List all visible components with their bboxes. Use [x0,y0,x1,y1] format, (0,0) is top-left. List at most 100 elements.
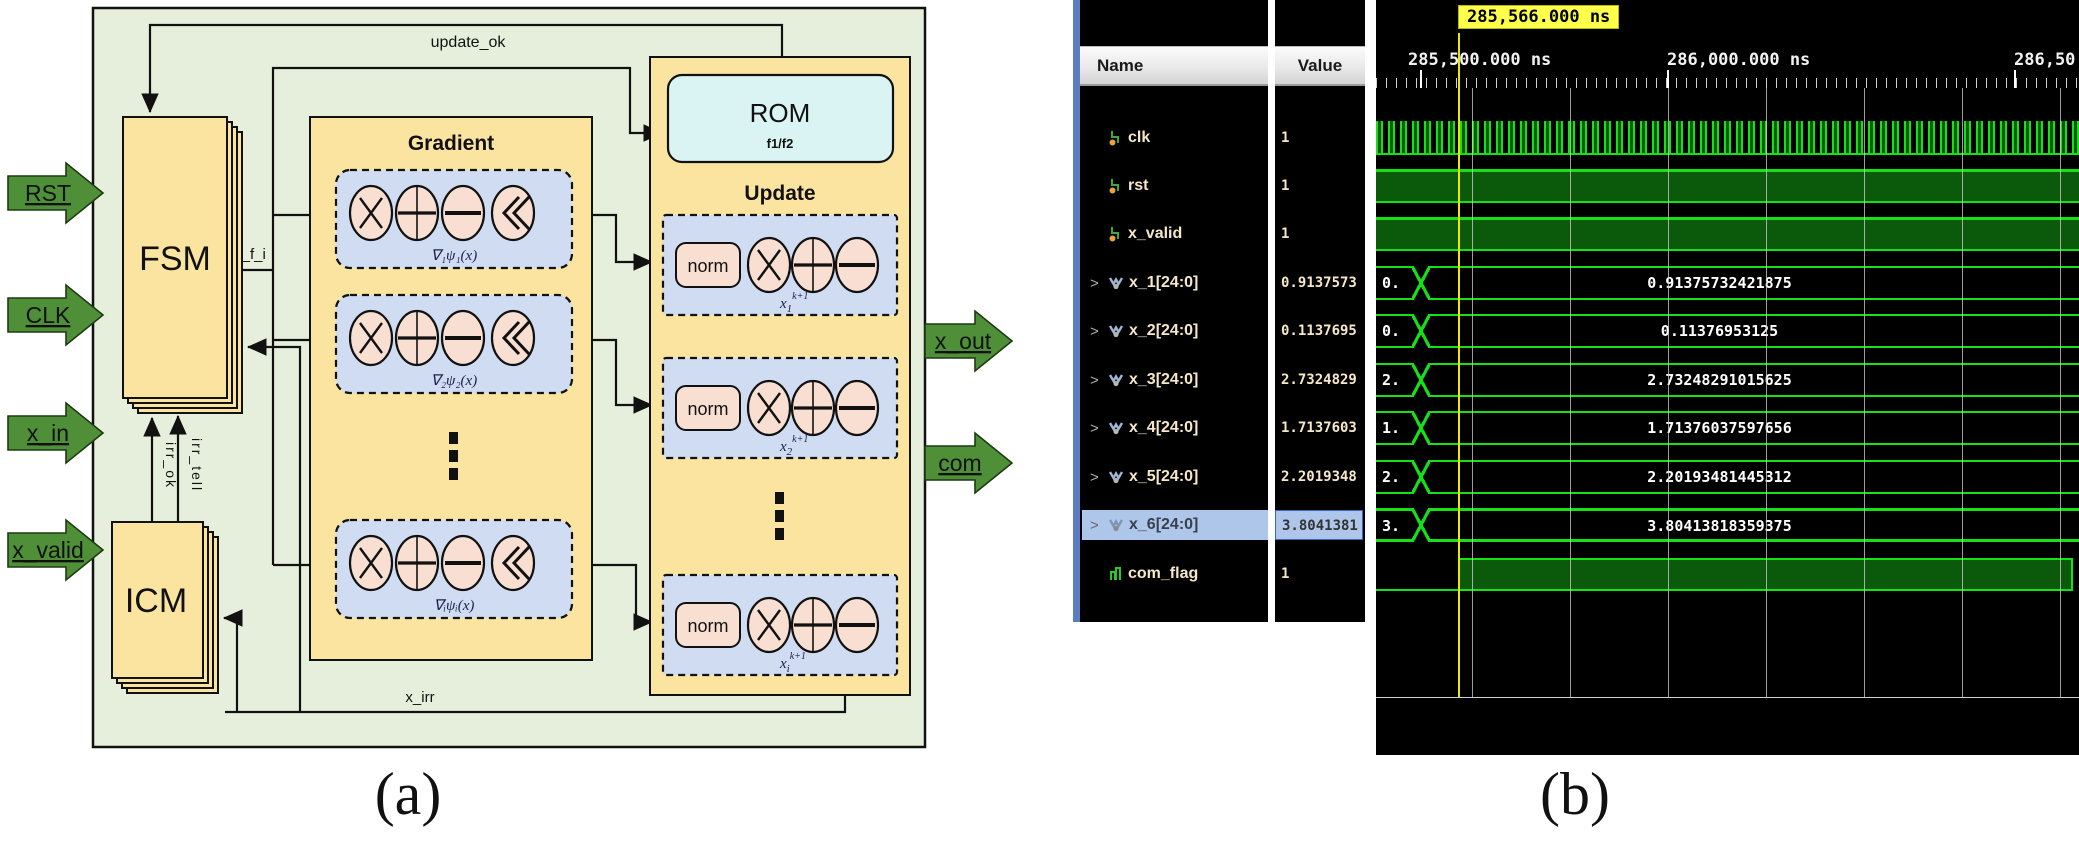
update-module: ROM f1/f2 Update norm x1k+1 norm x2k+1 [650,57,910,695]
bus-transition-icon [1412,411,1430,445]
signal-name: x_1[24:0] [1129,274,1198,292]
wave-x2[interactable]: 0. 0.11376953125 [1376,314,2079,348]
bus-signal-icon [1108,469,1124,485]
gridline [1570,88,1571,697]
bus-segment: 2.73248291015625 [1430,363,2079,397]
gradient-formula-1: ∇₁ψ₁(x) [431,248,477,264]
expand-icon[interactable]: > [1090,275,1103,292]
gradient-unit-i: ∇ᵢψᵢ(x) [336,520,572,618]
signal-row-x1[interactable]: > x_1[24:0] [1082,268,1268,298]
signal-value[interactable]: 1 [1275,123,1363,153]
bus-value: 0.11376953125 [1661,322,1778,340]
plot-bottom-line [1376,697,2079,698]
bus-prev-value: 0. [1382,322,1400,340]
time-cursor[interactable] [1458,33,1460,697]
gradient-module: Gradient ∇₁ψ₁(x) ∇₂ψ₂(x) ∇ᵢψᵢ(x) [310,117,592,660]
signal-row-rst[interactable]: rst [1082,171,1268,201]
update-result-i-sub: i [787,663,790,675]
bus-signal-icon [1108,323,1124,339]
signal-value[interactable]: 1.7137603 [1275,413,1363,443]
signal-row-x5[interactable]: > x_5[24:0] [1082,462,1268,492]
update-result-1-sup: k+1 [792,291,808,302]
gridline [1864,88,1865,697]
signal-row-x4[interactable]: > x_4[24:0] [1082,413,1268,443]
bus-segment: 0.11376953125 [1430,314,2079,348]
bus-segment: 2.20193481445312 [1430,460,2079,494]
signal-value-selected[interactable]: 3.8041381 [1275,510,1363,540]
signal-name: clk [1128,129,1150,147]
wave-x3[interactable]: 2. 2.73248291015625 [1376,363,2079,397]
bus-prev-segment: 0. [1376,314,1412,348]
update-unit-i: norm xik+1 [663,575,897,675]
expand-icon[interactable]: > [1090,420,1103,437]
wave-x4[interactable]: 1. 1.71376037597656 [1376,411,2079,445]
update-title: Update [744,182,815,205]
bus-prev-value: 3. [1382,517,1400,535]
wave-plot-area[interactable]: 285,500.000 ns 286,000.000 ns 286,50 0. … [1376,0,2079,755]
expand-icon[interactable]: > [1090,372,1103,389]
wire-label-irr-tell: irr_tell [189,438,205,492]
bus-prev-value: 0. [1382,274,1400,292]
signal-name: x_2[24:0] [1129,322,1198,340]
signal-value[interactable]: 0.9137573 [1275,268,1363,298]
update-result-2-sub: 2 [787,446,793,458]
icm-block: ICM [112,522,218,693]
bus-segment: 0.91375732421875 [1430,266,2079,300]
signal-row-x6-selected[interactable]: > x_6[24:0] [1082,510,1268,540]
bus-prev-segment: 1. [1376,411,1412,445]
fsm-label: FSM [139,240,211,278]
expand-icon[interactable]: > [1090,323,1103,340]
signal-row-x-valid[interactable]: x_valid [1082,219,1268,249]
bus-transition-icon [1412,508,1430,542]
norm-label: norm [687,616,728,636]
bus-prev-segment: 2. [1376,363,1412,397]
wave-com-flag[interactable] [1376,557,2079,591]
wave-rst[interactable] [1376,169,2079,203]
value-column-header[interactable]: Value [1275,46,1365,86]
bus-prev-value: 2. [1382,371,1400,389]
name-column-header[interactable]: Name [1080,46,1268,86]
wave-x1[interactable]: 0. 0.91375732421875 [1376,266,2079,300]
bus-transition-icon [1412,363,1430,397]
input-ports [8,163,103,580]
rom-title: ROM [750,98,811,128]
signal-value[interactable]: 2.7324829 [1275,365,1363,395]
icm-label: ICM [125,582,187,620]
signal-name: com_flag [1128,565,1198,583]
cursor-time-label[interactable]: 285,566.000 ns [1458,5,1619,29]
major-tick [2014,70,2016,88]
window-edge-bar [1073,0,1080,622]
wave-x5[interactable]: 2. 2.20193481445312 [1376,460,2079,494]
expand-icon[interactable]: > [1090,469,1103,486]
wave-x-valid[interactable] [1376,217,2079,251]
signal-row-com-flag[interactable]: com_flag [1082,559,1268,589]
time-tick-label: 286,50 [2014,50,2075,70]
rom-sub-label: f1/f2 [767,136,794,151]
port-label-x-out: x_out [935,328,992,354]
caption-a: (a) [328,760,488,829]
signal-value[interactable]: 1 [1275,219,1363,249]
signal-row-clk[interactable]: clk [1082,123,1268,153]
expand-icon[interactable]: > [1090,517,1103,534]
name-column: Name clk rst x_valid > x_1[24:0] > x_2[2… [1080,0,1268,622]
port-label-com: com [938,450,981,476]
scalar-signal-icon [1108,130,1123,146]
gradient-unit-2: ∇₂ψ₂(x) [336,295,572,393]
signal-value[interactable]: 2.2019348 [1275,462,1363,492]
wire-label-irr-ok: irr_ok [163,442,179,489]
signal-value[interactable]: 0.1137695 [1275,316,1363,346]
wire-label-x-irr: x_irr [405,689,434,706]
bus-prev-segment: 2. [1376,460,1412,494]
bus-prev-value: 2. [1382,468,1400,486]
wave-x6[interactable]: 3. 3.80413818359375 [1376,508,2079,542]
signal-value[interactable]: 1 [1275,171,1363,201]
signal-value[interactable]: 1 [1275,559,1363,589]
signal-name: rst [1128,177,1148,195]
gridline [1766,88,1767,697]
wave-clk[interactable] [1376,121,2079,155]
caption-b: (b) [1495,760,1655,829]
signal-row-x2[interactable]: > x_2[24:0] [1082,316,1268,346]
signal-row-x3[interactable]: > x_3[24:0] [1082,365,1268,395]
gridline [1668,88,1669,697]
flag-signal-icon [1108,566,1123,582]
